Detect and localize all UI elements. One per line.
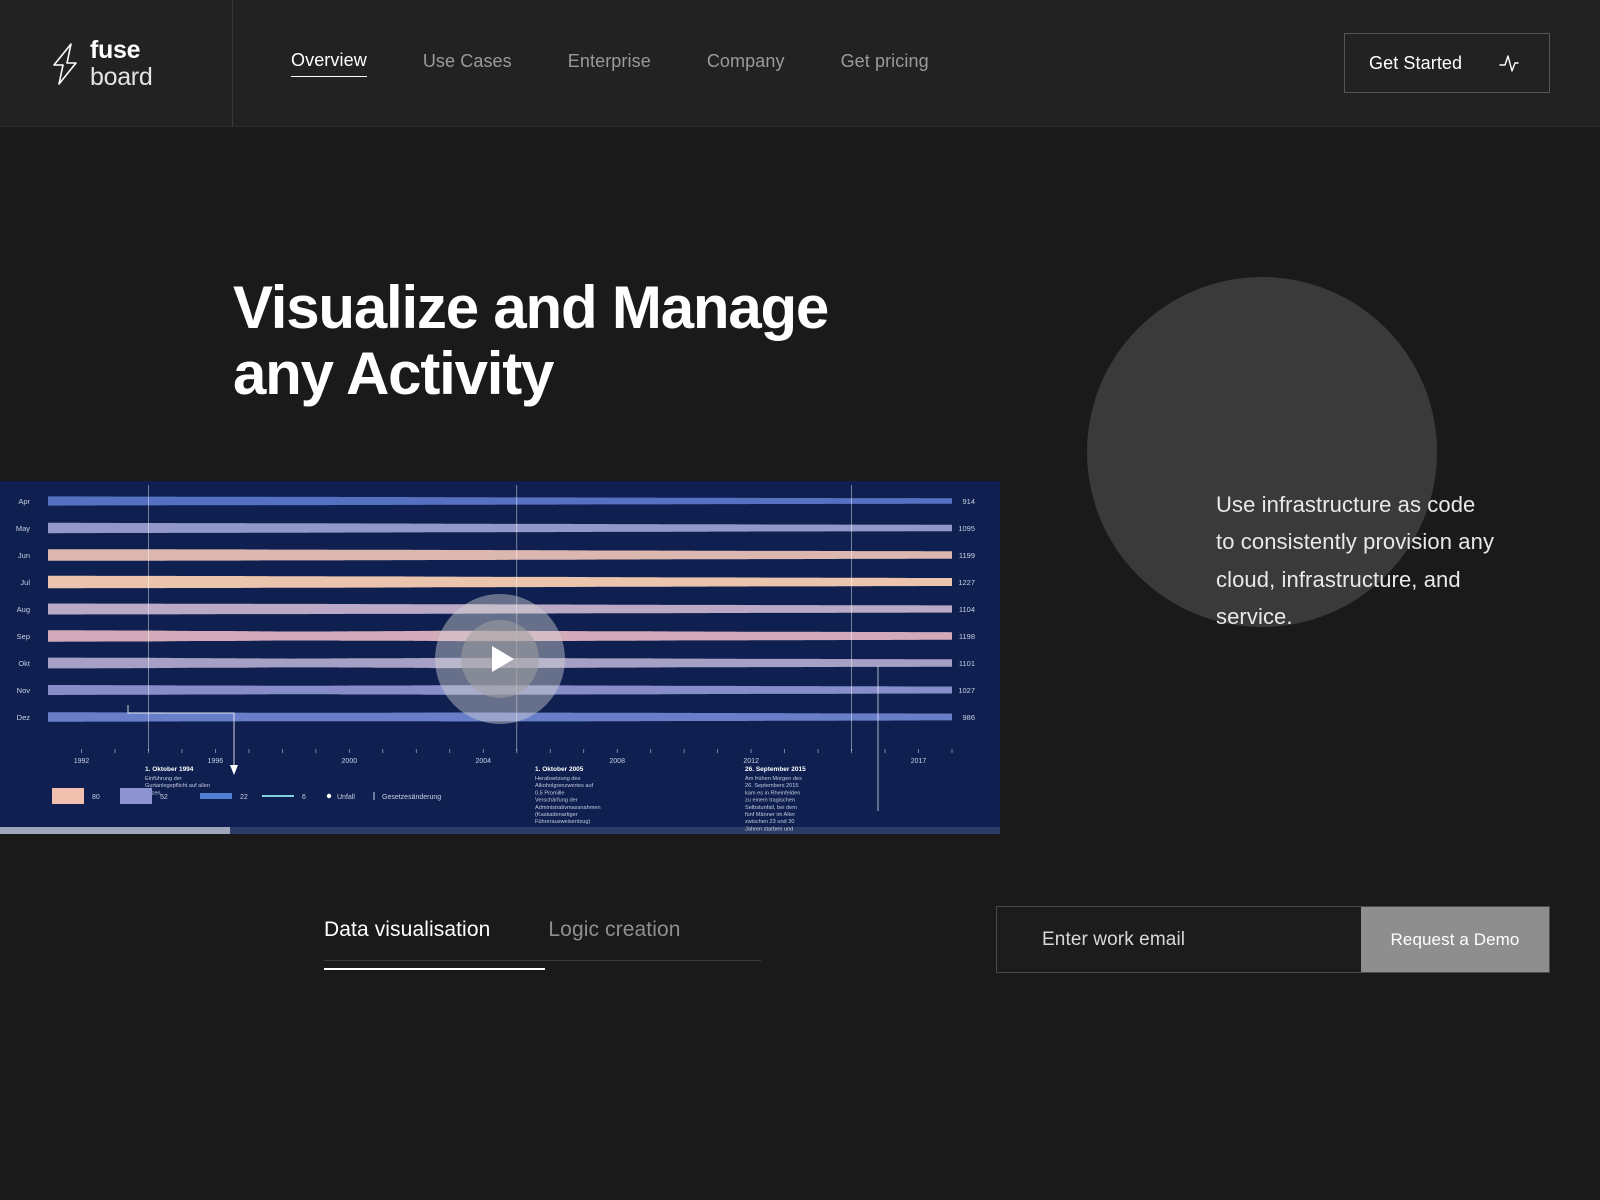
svg-text:1101: 1101 [959, 659, 975, 668]
site-header: fuse board Overview Use Cases Enterprise… [0, 0, 1600, 127]
request-demo-button[interactable]: Request a Demo [1361, 907, 1549, 972]
pulse-activity-icon [1499, 55, 1519, 72]
svg-text:1. Oktober 2005: 1. Oktober 2005 [535, 766, 584, 773]
hero-description: Use infrastructure as code to consistent… [1216, 492, 1495, 630]
nav-item-use-cases[interactable]: Use Cases [423, 51, 512, 77]
svg-text:26. September 2015: 26. September 2015 [745, 766, 806, 773]
svg-text:fünf Männer im Alter: fünf Männer im Alter [745, 812, 795, 818]
svg-text:1199: 1199 [959, 551, 975, 560]
active-tab-indicator [324, 968, 545, 970]
svg-text:52: 52 [160, 794, 168, 801]
svg-text:1. Oktober 1994: 1. Oktober 1994 [145, 766, 194, 773]
svg-text:Okt: Okt [18, 659, 31, 668]
svg-text:kam es in Rheinfelden: kam es in Rheinfelden [745, 790, 800, 796]
svg-text:Selbstunfall, bei dem: Selbstunfall, bei dem [745, 805, 797, 811]
svg-text:Administrativmassnahmen: Administrativmassnahmen [535, 805, 601, 811]
nav-item-get-pricing[interactable]: Get pricing [841, 51, 929, 77]
work-email-input[interactable] [997, 907, 1361, 972]
lightning-bolt-icon [53, 43, 77, 85]
video-progress-bar[interactable] [0, 827, 1000, 834]
svg-text:0,5 Promille: 0,5 Promille [535, 790, 565, 796]
svg-text:Gurtanlegepflicht auf allen: Gurtanlegepflicht auf allen [145, 783, 210, 789]
svg-text:1227: 1227 [958, 578, 975, 587]
svg-text:May: May [16, 524, 30, 533]
svg-text:Gesetzesänderung: Gesetzesänderung [382, 794, 441, 801]
content-tabs: Data visualisation Logic creation [324, 918, 761, 961]
get-started-button[interactable]: Get Started [1344, 33, 1550, 93]
svg-text:6: 6 [302, 794, 306, 801]
svg-text:2008: 2008 [609, 758, 625, 765]
svg-text:22: 22 [240, 794, 248, 801]
svg-text:986: 986 [962, 713, 975, 722]
play-triangle-icon [492, 646, 514, 672]
svg-text:Dez: Dez [17, 713, 31, 722]
svg-text:zwischen 23 und 30: zwischen 23 und 30 [745, 819, 794, 825]
svg-text:2000: 2000 [342, 758, 358, 765]
svg-text:2017: 2017 [911, 758, 927, 765]
svg-text:1996: 1996 [208, 758, 224, 765]
svg-text:Unfall: Unfall [337, 794, 355, 801]
video-progress-fill [0, 827, 230, 834]
svg-text:Herabsetzung des: Herabsetzung des [535, 776, 581, 782]
svg-text:26. Septembers 2015: 26. Septembers 2015 [745, 783, 799, 789]
header-divider [232, 0, 233, 127]
svg-text:Sep: Sep [17, 632, 30, 641]
nav-item-overview[interactable]: Overview [291, 50, 367, 77]
svg-text:1198: 1198 [959, 632, 975, 641]
svg-text:Aug: Aug [17, 605, 30, 614]
brand-name-light: board [90, 63, 153, 91]
nav-item-enterprise[interactable]: Enterprise [568, 51, 651, 77]
svg-text:1027: 1027 [958, 686, 975, 695]
svg-text:2004: 2004 [475, 758, 491, 765]
play-button-inner [461, 620, 539, 698]
svg-text:914: 914 [962, 497, 975, 506]
nav-item-company[interactable]: Company [707, 51, 785, 77]
get-started-label: Get Started [1369, 52, 1463, 73]
svg-text:Alkoholgrenzwertes auf: Alkoholgrenzwertes auf [535, 783, 594, 789]
svg-text:2012: 2012 [743, 758, 759, 765]
brand-name-bold: fuse [90, 36, 141, 64]
svg-text:Am frühen Morgen des: Am frühen Morgen des [745, 776, 802, 782]
svg-text:1095: 1095 [958, 524, 975, 533]
svg-text:1992: 1992 [74, 758, 90, 765]
page-title: Visualize and Manage any Activity [233, 274, 829, 407]
svg-text:Verschärfung der: Verschärfung der [535, 798, 578, 804]
main-navigation: Overview Use Cases Enterprise Company Ge… [291, 50, 985, 77]
svg-text:80: 80 [92, 794, 100, 801]
svg-text:Einführung der: Einführung der [145, 776, 182, 782]
brand-logo[interactable]: fuse board [50, 36, 153, 91]
svg-text:zu einem tragischen: zu einem tragischen [745, 798, 795, 804]
demo-request-form: Request a Demo [996, 906, 1550, 973]
svg-text:Jul: Jul [20, 578, 30, 587]
tab-data-visualisation[interactable]: Data visualisation [324, 918, 490, 960]
svg-text:Nov: Nov [17, 686, 31, 695]
svg-text:Apr: Apr [18, 497, 30, 506]
svg-text:(Kaskadenartiger: (Kaskadenartiger [535, 812, 578, 818]
svg-text:Jun: Jun [18, 551, 30, 560]
svg-text:1104: 1104 [959, 605, 975, 614]
svg-text:Führerausweisentzug): Führerausweisentzug) [535, 819, 590, 825]
tab-logic-creation[interactable]: Logic creation [548, 918, 680, 960]
play-button[interactable] [435, 594, 565, 724]
